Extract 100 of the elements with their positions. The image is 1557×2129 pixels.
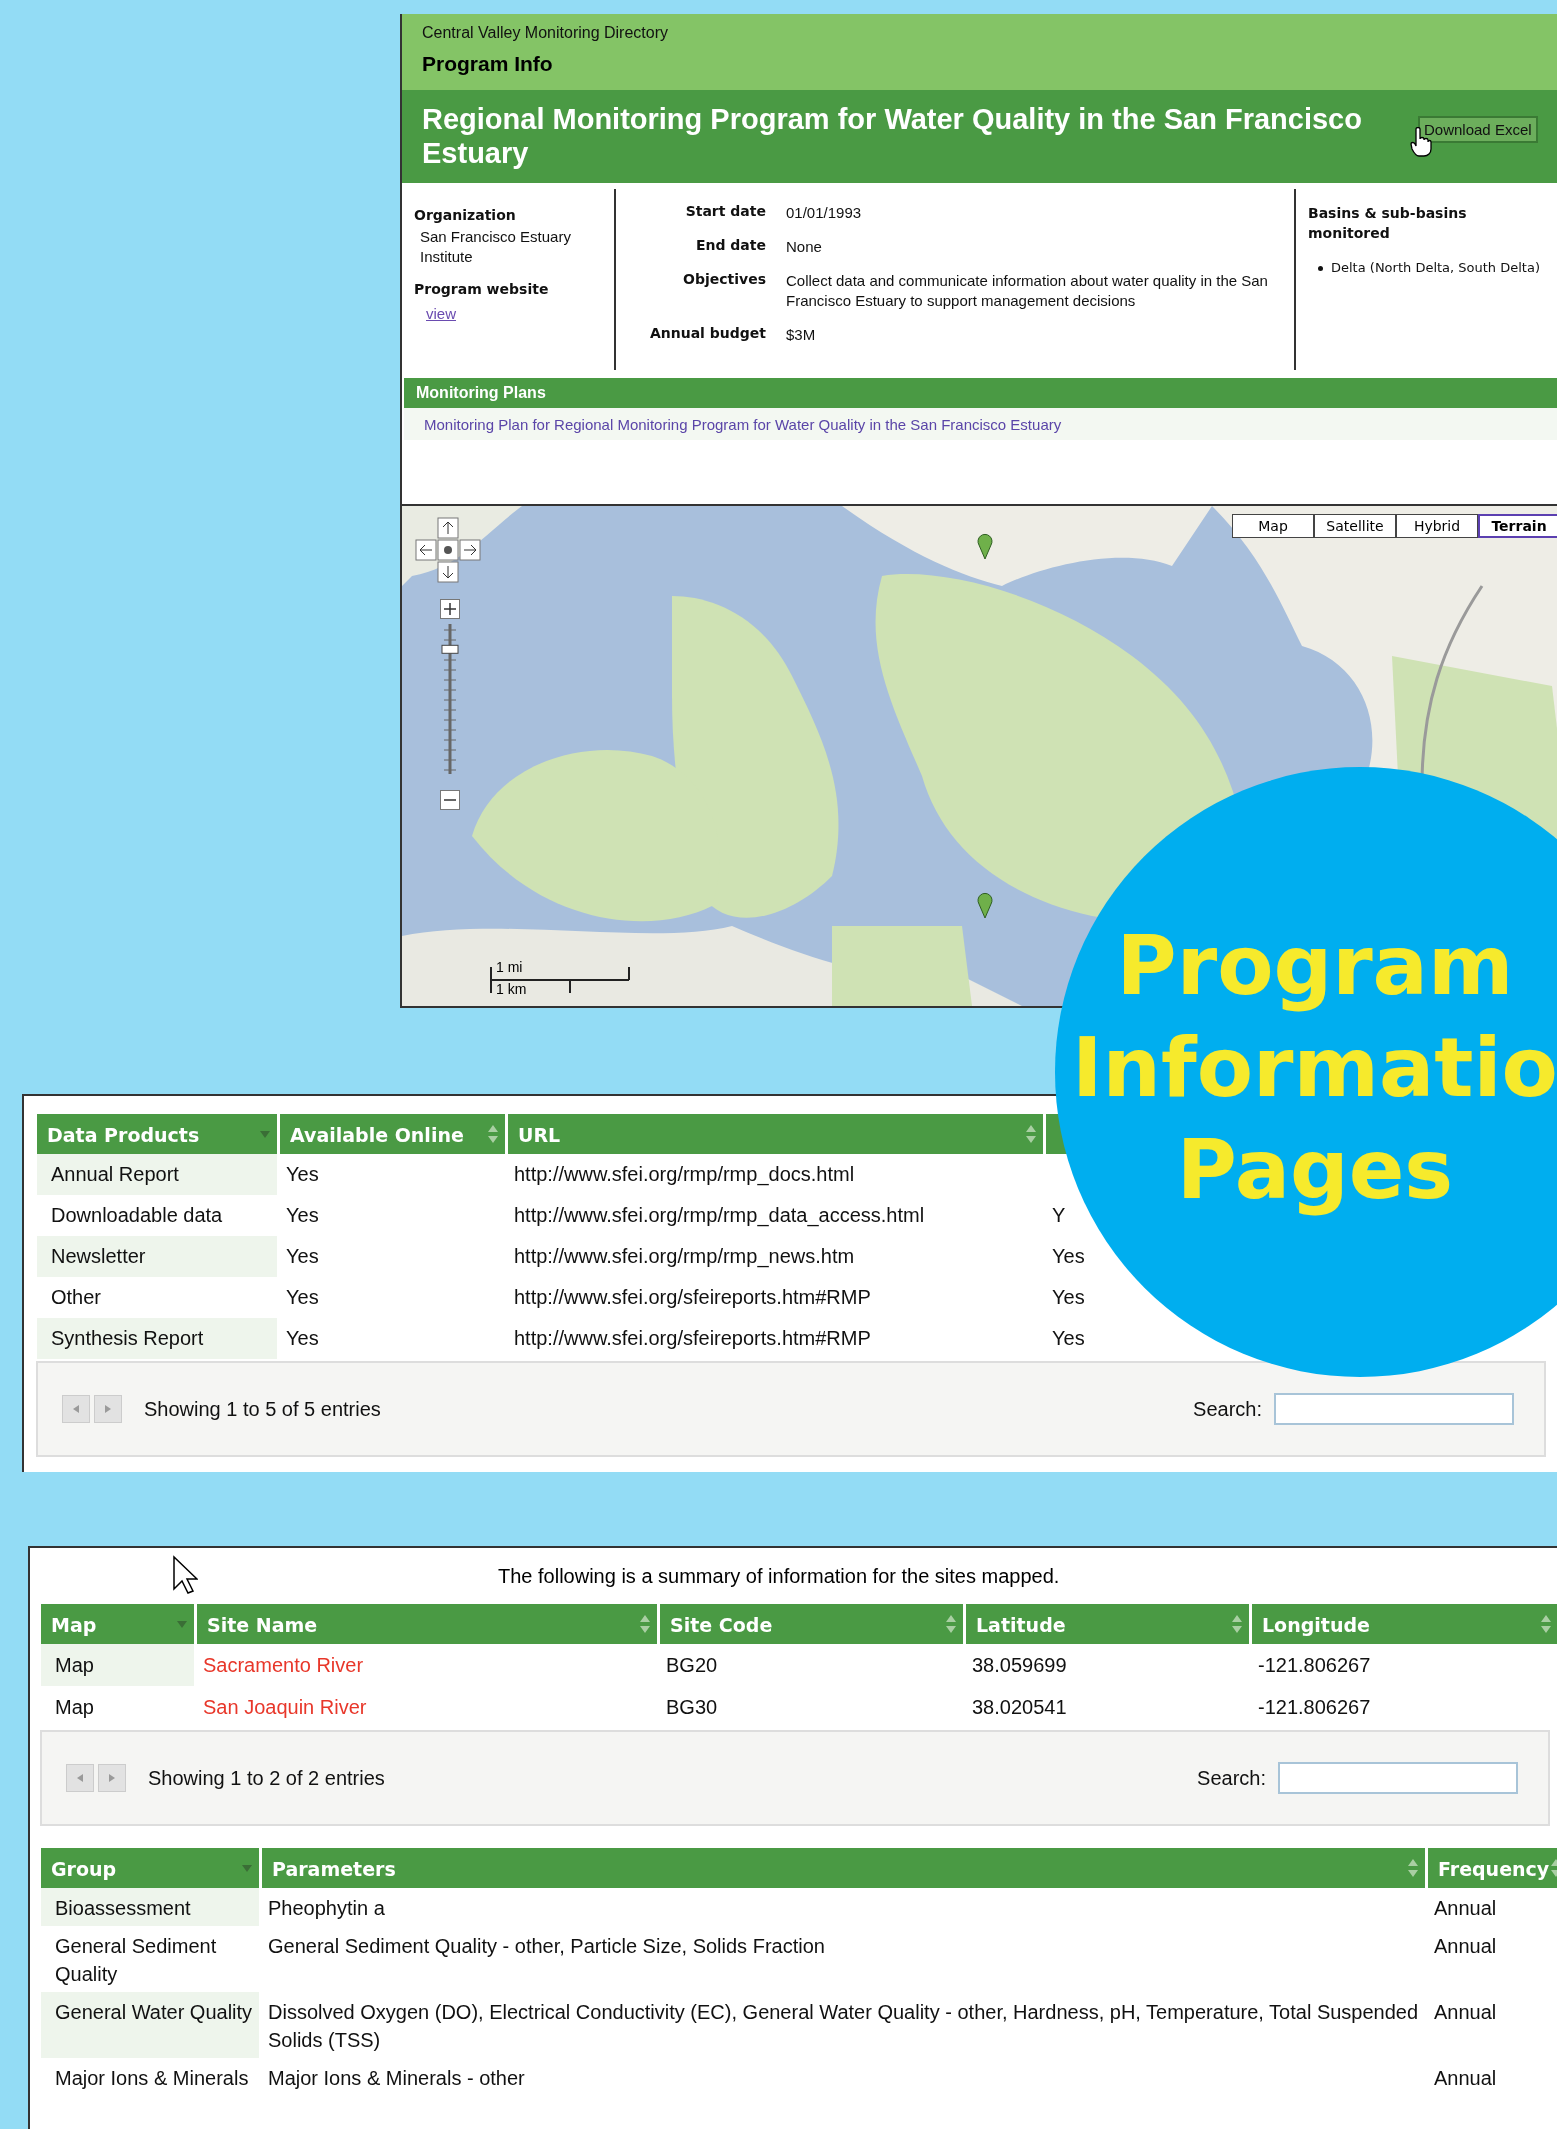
map-type-button[interactable]: Hybrid [1396, 514, 1478, 538]
table-cell-text: Annual [1433, 2066, 1498, 2091]
sort-down-icon[interactable] [241, 1863, 253, 1873]
field-value: None [786, 237, 823, 257]
table-cell-text: Y [1051, 1203, 1067, 1228]
summary-text: The following is a summary of information for the sites mapped. [498, 1564, 1060, 1588]
bullet-icon [1318, 265, 1323, 271]
plus-icon [443, 602, 457, 616]
column-header[interactable]: Available Online [280, 1114, 505, 1154]
previous-page-button[interactable] [62, 1395, 90, 1423]
column-header[interactable]: Frequency [1428, 1848, 1557, 1888]
field-label: Objectives [683, 271, 766, 287]
field-label: Program website [414, 281, 549, 297]
table-cell-text: Yes [1051, 1285, 1086, 1310]
zoom-slider-thumb[interactable] [441, 644, 459, 654]
zoom-out-button[interactable] [440, 790, 460, 810]
table-cell[interactable]: Map [41, 1644, 194, 1686]
zoom-slider-track[interactable] [443, 624, 457, 774]
table-cell-text: http://www.sfei.org/rmp/rmp_news.htm [513, 1244, 856, 1270]
table-cell: Synthesis Report [37, 1318, 277, 1359]
basins-label: Basins & sub-basins monitored [1308, 204, 1468, 243]
table-cell-text: http://www.sfei.org/sfeireports.htm#RMP [513, 1326, 872, 1351]
table-cell-text: -121.806267 [1257, 1694, 1372, 1720]
sort-icon[interactable] [1540, 1613, 1552, 1635]
table-cell-text: Yes [285, 1244, 320, 1269]
sort-icon[interactable] [487, 1123, 499, 1145]
sort-icon[interactable] [1025, 1123, 1037, 1145]
map-type-button[interactable]: Map [1232, 514, 1314, 538]
program-title: Regional Monitoring Program for Water Quality in the San Francisco Estuary [422, 102, 1363, 170]
table-cell-text: Yes [1051, 1244, 1086, 1269]
table-cell-text: http://www.sfei.org/rmp/rmp_docs.html [513, 1162, 856, 1188]
table-cell-text: General Sediment Quality - other, Particle Size, Solids Fraction [267, 1934, 826, 1959]
search-label: Search: [1197, 1766, 1266, 1790]
page-title: Program Info [422, 52, 553, 76]
scale-label: 1 km [496, 981, 527, 997]
map-type-button[interactable]: Satellite [1314, 514, 1396, 538]
sort-icon[interactable] [1231, 1613, 1243, 1635]
banner-text: Pages [1176, 1121, 1454, 1219]
table-cell-text: http://www.sfei.org/sfeireports.htm#RMP [513, 1285, 872, 1310]
table-cell-text: Major Ions & Minerals - other [267, 2066, 526, 2091]
banner-text: Program [1116, 917, 1514, 1015]
previous-page-button[interactable] [66, 1764, 94, 1792]
column-header[interactable]: Parameters [262, 1848, 1425, 1888]
sort-down-icon[interactable] [259, 1129, 271, 1139]
table-cell: General Water Quality [41, 1992, 259, 2058]
column-header[interactable]: Longitude [1252, 1604, 1557, 1644]
column-header[interactable]: Latitude [966, 1604, 1249, 1644]
table-cell-text: Annual [1433, 2000, 1498, 2025]
sort-icon[interactable] [639, 1613, 651, 1635]
table-cell-text: -121.806267 [1257, 1652, 1372, 1678]
table-cell-text: Major Ions & Minerals [54, 2066, 250, 2091]
search-label: Search: [1193, 1397, 1262, 1421]
column-header[interactable]: Data Products [37, 1114, 277, 1154]
table-cell[interactable]: Map [41, 1686, 194, 1728]
field-value: $3M [786, 325, 817, 345]
table-cell-text: BG20 [665, 1652, 719, 1678]
site-name-link[interactable]: San Joaquin River [197, 1686, 657, 1728]
sort-down-icon[interactable] [176, 1619, 188, 1629]
map-pin-icon[interactable] [976, 532, 994, 560]
field-label: Start date [685, 203, 766, 219]
next-page-button[interactable] [98, 1764, 126, 1792]
table-cell-text: Dissolved Oxygen (DO), Electrical Conductivity (EC), General Water Quality - other, Hardness, pH, Temperature, Total Suspended Solids (TSS) [267, 2000, 1420, 2053]
table-cell-text: http://www.sfei.org/rmp/rmp_data_access.html [513, 1203, 926, 1229]
column-header[interactable]: Site Name [197, 1604, 657, 1644]
table-cell-text: Other [50, 1285, 103, 1310]
table-cell-text: Yes [285, 1285, 320, 1310]
entries-info: Showing 1 to 5 of 5 entries [144, 1397, 381, 1421]
column-header[interactable]: URL [508, 1114, 1043, 1154]
field-value: Collect data and communicate information about water quality in the San Francisco Estuary to support management decisions [786, 271, 1269, 311]
download-excel-button[interactable]: Download Excel [1418, 116, 1538, 143]
table-cell-text: 38.020541 [971, 1694, 1068, 1720]
table-cell: Bioassessment [41, 1888, 259, 1926]
table-cell-text: BG30 [665, 1694, 719, 1720]
table-cell-text: Annual [1433, 1896, 1498, 1921]
site-name-link[interactable]: Sacramento River [197, 1644, 657, 1686]
table-cell-text: Yes [285, 1203, 320, 1228]
column-header[interactable]: Site Code [660, 1604, 963, 1644]
field-label: Annual budget [649, 325, 766, 341]
field-value: 01/01/1993 [786, 203, 863, 223]
table-cell-text: Yes [285, 1326, 320, 1351]
search-field[interactable] [1274, 1393, 1514, 1425]
field-label: Organization [414, 207, 516, 223]
banner-text: Informatio [1072, 1019, 1557, 1117]
table-cell-text: Yes [285, 1162, 320, 1187]
sort-icon[interactable] [945, 1613, 957, 1635]
table-cell-text: Yes [1051, 1326, 1086, 1351]
map-type-button[interactable]: Terrain [1478, 514, 1557, 538]
next-page-button[interactable] [94, 1395, 122, 1423]
table-cell-text: Downloadable data [50, 1203, 224, 1228]
sort-icon[interactable] [1407, 1857, 1419, 1879]
map-pin-icon[interactable] [976, 891, 994, 919]
entries-info: Showing 1 to 2 of 2 entries [148, 1766, 385, 1790]
map-pan-control[interactable] [414, 516, 484, 586]
column-header[interactable]: Map [41, 1604, 194, 1644]
search-field[interactable] [1278, 1762, 1518, 1794]
column-header[interactable]: Group [41, 1848, 259, 1888]
website-link[interactable]: view [426, 305, 456, 322]
table-cell-text: General Sediment Quality [54, 1934, 218, 1987]
organization-value: San Francisco Estuary Institute [420, 227, 572, 267]
zoom-in-button[interactable] [440, 599, 460, 619]
